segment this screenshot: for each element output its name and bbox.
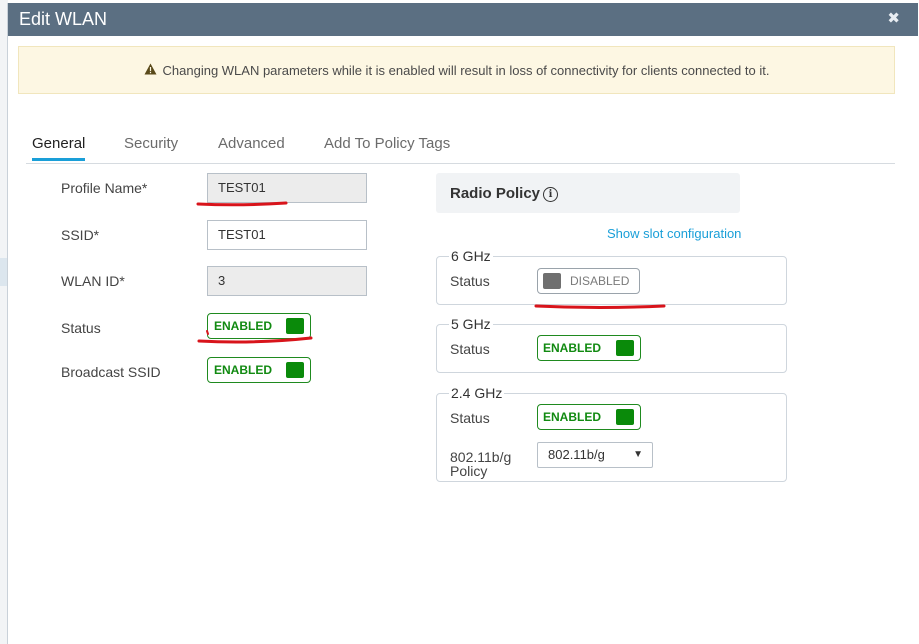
tab-general[interactable]: General bbox=[32, 135, 86, 161]
radio-policy-title-text: Radio Policy bbox=[450, 185, 541, 202]
band-24ghz-status-toggle[interactable]: ENABLED bbox=[537, 404, 641, 430]
caret-down-icon: ▼ bbox=[633, 449, 643, 460]
warning-alert: Changing WLAN parameters while it is ena… bbox=[18, 46, 895, 94]
status-toggle-knob bbox=[286, 318, 304, 334]
profile-name-label: Profile Name* bbox=[61, 180, 148, 196]
band-24ghz-policy-label: 802.11b/g Policy bbox=[450, 450, 511, 478]
profile-name-field[interactable]: TEST01 bbox=[207, 173, 367, 203]
tab-security[interactable]: Security bbox=[124, 135, 178, 158]
band-24ghz-policy-select[interactable]: 802.11b/g ▼ bbox=[537, 442, 653, 468]
broadcast-ssid-label: Broadcast SSID bbox=[61, 364, 161, 380]
band-24ghz-toggle-knob bbox=[616, 409, 634, 425]
radio-policy-header: Radio Policy i bbox=[436, 173, 740, 213]
band-5ghz-status-label: Status bbox=[450, 341, 490, 357]
band-6ghz-legend: 6 GHz bbox=[449, 248, 493, 264]
edit-wlan-modal: Edit WLAN ✖ Changing WLAN parameters whi… bbox=[7, 3, 918, 644]
band-5ghz-toggle-knob bbox=[616, 340, 634, 356]
band-5ghz-status-toggle[interactable]: ENABLED bbox=[537, 335, 641, 361]
band-5ghz-toggle-label: ENABLED bbox=[543, 341, 602, 355]
status-label: Status bbox=[61, 320, 101, 336]
broadcast-ssid-toggle-label: ENABLED bbox=[214, 363, 273, 377]
close-icon[interactable]: ✖ bbox=[887, 9, 900, 27]
tab-add-to-policy-tags[interactable]: Add To Policy Tags bbox=[324, 135, 450, 158]
tab-advanced[interactable]: Advanced bbox=[218, 135, 285, 158]
broadcast-ssid-toggle-knob bbox=[286, 362, 304, 378]
band-24ghz-policy-label-line2: Policy bbox=[450, 463, 488, 479]
wlan-id-field[interactable]: 3 bbox=[207, 266, 367, 296]
status-toggle-label: ENABLED bbox=[214, 319, 273, 333]
band-6ghz-toggle-label: DISABLED bbox=[570, 274, 630, 288]
status-toggle[interactable]: ENABLED bbox=[207, 313, 311, 339]
band-5ghz-legend: 5 GHz bbox=[449, 316, 493, 332]
tab-bar: General Security Advanced Add To Policy … bbox=[26, 135, 895, 164]
warning-alert-text: Changing WLAN parameters while it is ena… bbox=[162, 62, 770, 78]
broadcast-ssid-toggle[interactable]: ENABLED bbox=[207, 357, 311, 383]
modal-title: Edit WLAN bbox=[19, 9, 108, 29]
band-6ghz-status-label: Status bbox=[450, 273, 490, 289]
band-24ghz-policy-selected: 802.11b/g bbox=[548, 447, 605, 462]
band-24ghz-group: 2.4 GHz Status ENABLED 802.11b/g Policy … bbox=[436, 385, 787, 482]
band-6ghz-group: 6 GHz Status DISABLED bbox=[436, 248, 787, 305]
band-24ghz-policy-label-line1: 802.11b/g bbox=[450, 449, 512, 465]
ssid-field[interactable]: TEST01 bbox=[207, 220, 367, 250]
band-6ghz-status-toggle[interactable]: DISABLED bbox=[537, 268, 640, 294]
band-6ghz-toggle-knob bbox=[543, 273, 561, 289]
band-24ghz-status-label: Status bbox=[450, 410, 490, 426]
modal-header: Edit WLAN ✖ bbox=[8, 3, 918, 36]
band-24ghz-legend: 2.4 GHz bbox=[449, 385, 505, 401]
warning-triangle-icon bbox=[144, 63, 157, 78]
show-slot-configuration-link[interactable]: Show slot configuration bbox=[607, 226, 741, 241]
band-5ghz-group: 5 GHz Status ENABLED bbox=[436, 316, 787, 373]
band-24ghz-toggle-label: ENABLED bbox=[543, 410, 602, 424]
wlan-id-label: WLAN ID* bbox=[61, 273, 125, 289]
radio-policy-title: Radio Policy i bbox=[450, 185, 559, 202]
ssid-label: SSID* bbox=[61, 227, 100, 243]
info-circle-icon[interactable]: i bbox=[543, 187, 559, 202]
